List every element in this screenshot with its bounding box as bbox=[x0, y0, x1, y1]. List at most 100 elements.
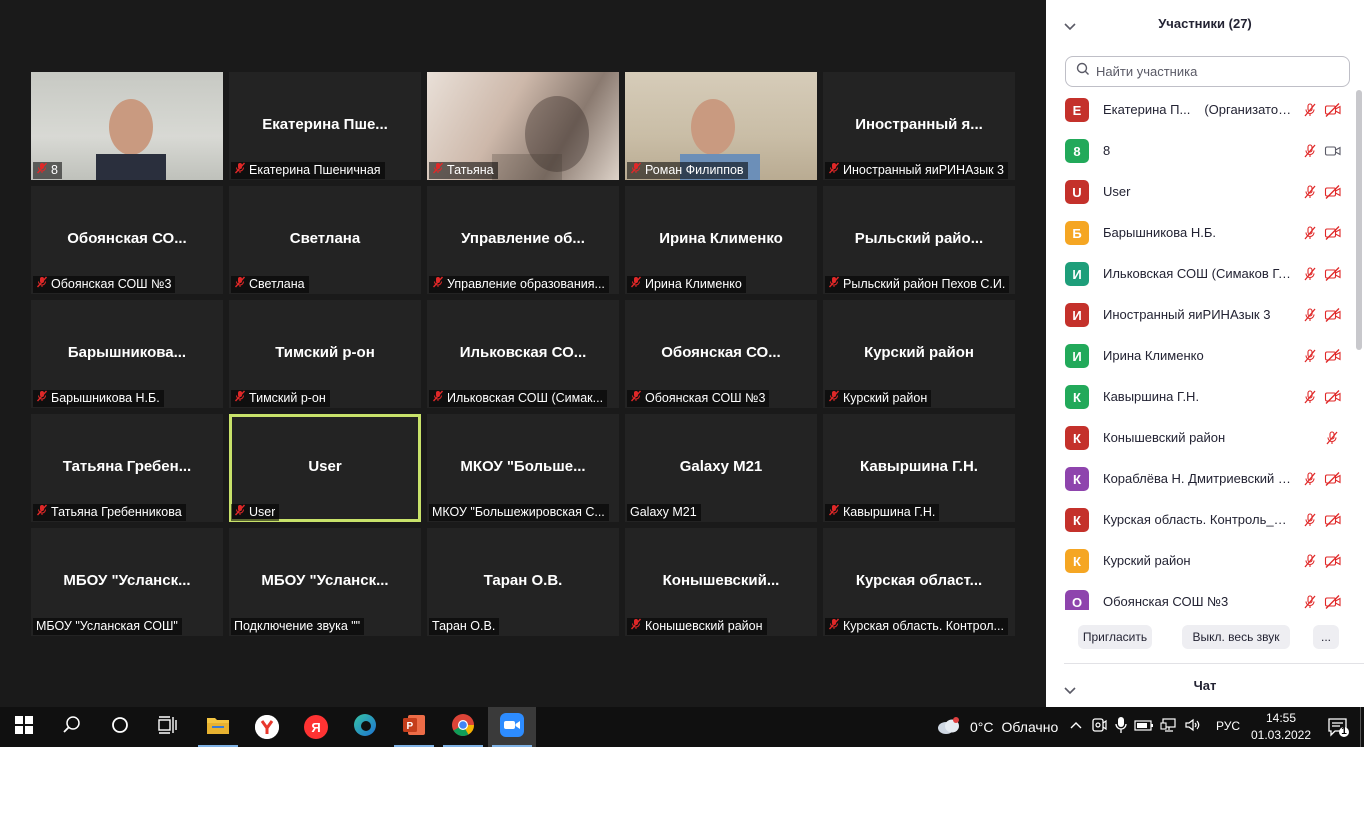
video-off-icon[interactable] bbox=[1324, 471, 1342, 492]
video-tile[interactable]: Ильковская СО... Ильковская СОШ (Симак... bbox=[427, 300, 619, 408]
participant-row[interactable]: И Иностранный яиРИНАзык 3 bbox=[1046, 295, 1356, 336]
video-tile[interactable]: Конышевский... Конышевский район bbox=[625, 528, 817, 636]
video-tile[interactable]: Управление об... Управление образования..… bbox=[427, 186, 619, 294]
mute-all-button[interactable]: Выкл. весь звук bbox=[1182, 625, 1290, 649]
video-off-icon[interactable] bbox=[1324, 389, 1342, 410]
participant-row[interactable]: И Ильковская СОШ (Симаков Г. ... bbox=[1046, 254, 1356, 295]
video-tile[interactable]: Таран О.В. Таран О.В. bbox=[427, 528, 619, 636]
file-explorer-button[interactable] bbox=[194, 707, 242, 747]
notification-center-button[interactable]: 1 bbox=[1318, 707, 1358, 747]
participant-row[interactable]: К Курская область. Контроль_на... bbox=[1046, 500, 1356, 541]
video-off-icon[interactable] bbox=[1324, 594, 1342, 610]
video-off-icon[interactable] bbox=[1324, 266, 1342, 287]
edge-button[interactable] bbox=[341, 707, 389, 747]
participant-row[interactable]: U User bbox=[1046, 172, 1356, 213]
more-options-button[interactable]: ... bbox=[1313, 625, 1339, 649]
video-tile[interactable]: Кавыршина Г.Н. Кавыршина Г.Н. bbox=[823, 414, 1015, 522]
participant-row[interactable]: К Курский район bbox=[1046, 541, 1356, 582]
participant-row[interactable]: 88 bbox=[1046, 131, 1356, 172]
video-tile[interactable]: МБОУ "Усланск... МБОУ "Усланская СОШ" bbox=[31, 528, 223, 636]
participant-row[interactable]: Б Барышникова Н.Б. bbox=[1046, 213, 1356, 254]
video-tile[interactable]: Обоянская СО... Обоянская СОШ №3 bbox=[625, 300, 817, 408]
chevron-up-icon[interactable] bbox=[1068, 717, 1084, 738]
video-tile[interactable]: Курский район Курский район bbox=[823, 300, 1015, 408]
participant-row[interactable]: К Кавыршина Г.Н. bbox=[1046, 377, 1356, 418]
task-view-button[interactable] bbox=[144, 707, 192, 747]
tile-name-tag: МБОУ "Усланская СОШ" bbox=[33, 618, 182, 635]
participant-search-input[interactable] bbox=[1096, 64, 1336, 79]
video-tile[interactable]: Светлана Светлана bbox=[229, 186, 421, 294]
participant-name-text: Курский район bbox=[1103, 553, 1191, 568]
volume-icon[interactable] bbox=[1184, 717, 1202, 738]
video-tile[interactable]: Курская област... Курская область. Контро… bbox=[823, 528, 1015, 636]
video-tile[interactable]: Тимский р-он Тимский р-он bbox=[229, 300, 421, 408]
cortana-button[interactable] bbox=[96, 707, 144, 747]
muted-mic-icon[interactable] bbox=[1302, 225, 1318, 246]
video-off-icon[interactable] bbox=[1324, 512, 1342, 533]
video-tile[interactable]: User User bbox=[229, 414, 421, 522]
microphone-icon[interactable] bbox=[1114, 716, 1128, 739]
clock[interactable]: 14:55 01.03.2022 bbox=[1250, 710, 1312, 744]
video-tile[interactable]: Рыльский райо... Рыльский район Пехов С.И… bbox=[823, 186, 1015, 294]
input-language[interactable]: РУС bbox=[1216, 719, 1240, 733]
video-off-icon[interactable] bbox=[1324, 307, 1342, 328]
muted-mic-icon[interactable] bbox=[1302, 307, 1318, 328]
video-camera-icon[interactable] bbox=[1324, 143, 1342, 164]
tile-label: Иностранный яиРИНАзык 3 bbox=[843, 163, 1005, 177]
video-tile[interactable]: Екатерина Пше... Екатерина Пшеничная bbox=[229, 72, 421, 180]
muted-mic-icon[interactable] bbox=[1302, 512, 1318, 533]
video-tile[interactable]: Иностранный я... Иностранный яиРИНАзык 3 bbox=[823, 72, 1015, 180]
muted-mic-icon[interactable] bbox=[1302, 553, 1318, 574]
participant-row[interactable]: К Кораблёва Н. Дмитриевский р... bbox=[1046, 459, 1356, 500]
muted-mic-icon[interactable] bbox=[1302, 266, 1318, 287]
video-off-icon[interactable] bbox=[1324, 225, 1342, 246]
video-tile[interactable]: 8 bbox=[31, 72, 223, 180]
video-tile[interactable]: Обоянская СО... Обоянская СОШ №3 bbox=[31, 186, 223, 294]
video-off-icon[interactable] bbox=[1324, 102, 1342, 123]
participant-row[interactable]: И Ирина Клименко bbox=[1046, 336, 1356, 377]
invite-button[interactable]: Пригласить bbox=[1078, 625, 1152, 649]
zoom-taskbar-button[interactable] bbox=[488, 707, 536, 747]
muted-mic-icon[interactable] bbox=[1302, 348, 1318, 369]
tile-name-tag: Рыльский район Пехов С.И. bbox=[825, 276, 1010, 293]
participant-name: Иностранный яиРИНАзык 3 bbox=[1103, 307, 1291, 322]
participant-search-box[interactable] bbox=[1065, 56, 1350, 87]
muted-mic-icon[interactable] bbox=[1302, 594, 1318, 610]
yandex-browser-button[interactable] bbox=[243, 707, 291, 747]
powerpoint-button[interactable]: P bbox=[390, 707, 438, 747]
video-tile[interactable]: Барышникова... Барышникова Н.Б. bbox=[31, 300, 223, 408]
muted-mic-icon[interactable] bbox=[1302, 184, 1318, 205]
video-off-icon[interactable] bbox=[1324, 348, 1342, 369]
chrome-button[interactable] bbox=[439, 707, 487, 747]
muted-mic-icon[interactable] bbox=[1324, 430, 1340, 451]
video-tile[interactable]: Роман Филиппов bbox=[625, 72, 817, 180]
yandex-button[interactable]: Я bbox=[292, 707, 340, 747]
video-tile[interactable]: Татьяна Гребен... Татьяна Гребенникова bbox=[31, 414, 223, 522]
video-tile[interactable]: Ирина Клименко Ирина Клименко bbox=[625, 186, 817, 294]
muted-mic-icon bbox=[828, 162, 840, 179]
participant-name: Ирина Клименко bbox=[1103, 348, 1291, 363]
video-off-icon[interactable] bbox=[1324, 553, 1342, 574]
video-off-icon[interactable] bbox=[1324, 184, 1342, 205]
muted-mic-icon[interactable] bbox=[1302, 143, 1318, 164]
start-button[interactable] bbox=[0, 707, 48, 747]
participant-row[interactable]: Е Екатерина П... (Организатор, я) bbox=[1046, 90, 1356, 131]
participant-list-scrollbar[interactable] bbox=[1356, 90, 1362, 350]
meet-now-icon[interactable] bbox=[1090, 716, 1108, 739]
muted-mic-icon[interactable] bbox=[1302, 102, 1318, 123]
video-tile[interactable]: Татьяна bbox=[427, 72, 619, 180]
video-tile[interactable]: Galaxy M21 Galaxy M21 bbox=[625, 414, 817, 522]
muted-mic-icon[interactable] bbox=[1302, 471, 1318, 492]
tile-display-name: Обоянская СО... bbox=[661, 344, 781, 361]
battery-icon[interactable] bbox=[1134, 718, 1154, 737]
chat-header[interactable]: Чат bbox=[1046, 674, 1364, 698]
video-tile[interactable]: МБОУ "Усланск... Подключение звука "" bbox=[229, 528, 421, 636]
muted-mic-icon[interactable] bbox=[1302, 389, 1318, 410]
network-icon[interactable] bbox=[1160, 717, 1178, 738]
show-desktop-button[interactable] bbox=[1360, 707, 1362, 747]
search-taskbar-button[interactable] bbox=[48, 707, 96, 747]
participant-row[interactable]: О Обоянская СОШ №3 bbox=[1046, 582, 1356, 610]
participant-row[interactable]: К Конышевский район bbox=[1046, 418, 1356, 459]
video-tile[interactable]: МКОУ "Больше... МКОУ "Большежировская С..… bbox=[427, 414, 619, 522]
weather-widget[interactable]: 0°C Облачно bbox=[936, 707, 1058, 747]
